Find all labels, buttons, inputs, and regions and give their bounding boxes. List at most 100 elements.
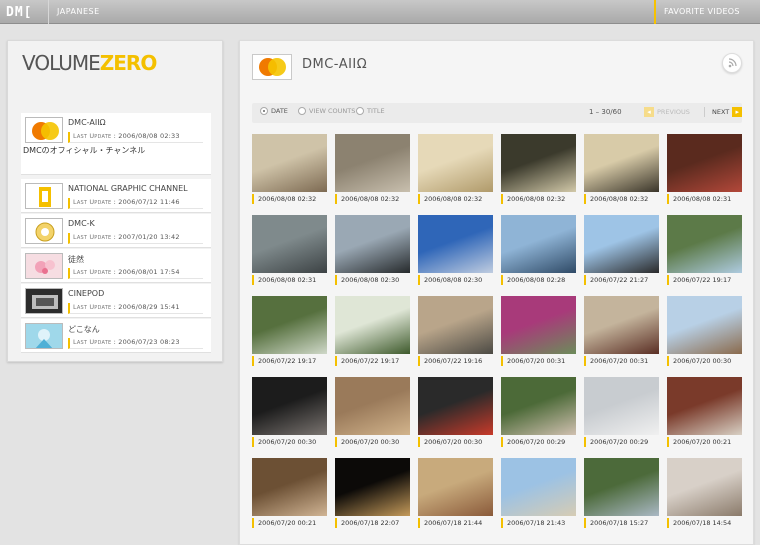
video-date: 2006/07/22 19:16 [418,356,493,366]
video-item[interactable]: 2006/07/18 21:44 [418,458,493,530]
video-thumbnail[interactable] [335,215,410,273]
video-thumbnail[interactable] [335,377,410,435]
video-thumbnail[interactable] [252,377,327,435]
channel-item-tsurezure[interactable]: 徒然 Last Update : 2006/08/01 17:54 [21,249,211,283]
video-thumbnail[interactable] [667,377,742,435]
last-update-value: 2006/07/23 08:23 [118,338,180,346]
video-item[interactable]: 2006/07/20 00:30 [667,296,742,368]
video-thumbnail[interactable] [501,377,576,435]
video-item[interactable]: 2006/07/22 19:17 [252,296,327,368]
video-item[interactable]: 2006/07/20 00:29 [584,377,659,449]
video-thumbnail[interactable] [584,377,659,435]
video-item[interactable]: 2006/07/20 00:31 [501,296,576,368]
channel-main-panel: DMC-AIIΩ DATE VIEW COUNTS TITLE 1 – 30/6… [239,40,754,545]
video-thumbnail[interactable] [501,296,576,354]
video-thumbnail[interactable] [335,458,410,516]
video-thumbnail[interactable] [418,215,493,273]
video-item[interactable]: 2006/08/08 02:32 [418,134,493,206]
video-date: 2006/07/20 00:31 [584,356,659,366]
video-thumbnail[interactable] [418,296,493,354]
rss-icon[interactable] [722,53,742,73]
video-item[interactable]: 2006/08/08 02:31 [252,215,327,287]
volume-zero-brand: VOLUMEZERO [22,51,157,75]
channel-last-update: Last Update : 2006/07/23 08:23 [68,338,203,349]
video-item[interactable]: 2006/07/18 22:07 [335,458,410,530]
favorite-videos-link[interactable]: FAVORITE VIDEOS [654,0,760,24]
channel-last-update: Last Update : 2006/08/01 17:54 [68,268,203,279]
sort-by-date[interactable]: DATE [260,107,288,115]
video-item[interactable]: 2006/08/08 02:31 [667,134,742,206]
video-item[interactable]: 2006/08/08 02:32 [335,134,410,206]
video-thumbnail[interactable] [584,458,659,516]
video-item[interactable]: 2006/07/18 14:54 [667,458,742,530]
channel-last-update: Last Update : 2006/08/08 02:33 [68,132,203,143]
video-date: 2006/08/08 02:32 [584,194,659,204]
video-date: 2006/07/18 21:44 [418,518,493,528]
language-link[interactable]: JAPANESE [48,0,100,24]
video-thumbnail[interactable] [335,296,410,354]
video-item[interactable]: 2006/08/08 02:32 [252,134,327,206]
video-item[interactable]: 2006/08/08 02:32 [501,134,576,206]
video-date: 2006/07/22 21:27 [584,275,659,285]
video-thumbnail[interactable] [501,215,576,273]
channel-name: どこなん [68,325,100,334]
video-item[interactable]: 2006/07/22 19:16 [418,296,493,368]
video-thumbnail[interactable] [667,215,742,273]
next-page-button[interactable]: NEXT ▸ [704,107,743,117]
channel-item-cinepod[interactable]: CINEPOD Last Update : 2006/08/29 15:41 [21,284,211,318]
sort-by-view-counts[interactable]: VIEW COUNTS [298,107,355,115]
video-thumbnail[interactable] [667,296,742,354]
video-item[interactable]: 2006/07/20 00:30 [252,377,327,449]
radio-icon [356,107,364,115]
video-item[interactable]: 2006/08/08 02:30 [418,215,493,287]
video-item[interactable]: 2006/07/22 19:17 [335,296,410,368]
video-thumbnail[interactable] [418,458,493,516]
video-thumbnail[interactable] [252,134,327,192]
channel-item-dmc-aiiω[interactable]: DMC-AIIΩ Last Update : 2006/08/08 02:33 … [21,113,211,175]
video-item[interactable]: 2006/08/08 02:28 [501,215,576,287]
video-date: 2006/08/08 02:32 [418,194,493,204]
sort-label: VIEW COUNTS [309,107,356,115]
video-thumbnail[interactable] [584,296,659,354]
arrow-right-icon: ▸ [732,107,743,117]
video-item[interactable]: 2006/08/08 02:32 [584,134,659,206]
previous-page-button[interactable]: ◂ PREVIOUS [644,107,690,117]
video-item[interactable]: 2006/07/22 21:27 [584,215,659,287]
video-thumbnail[interactable] [418,134,493,192]
video-item[interactable]: 2006/08/08 02:30 [335,215,410,287]
video-thumbnail[interactable] [501,458,576,516]
video-item[interactable]: 2006/07/20 00:21 [667,377,742,449]
video-item[interactable]: 2006/07/20 00:29 [501,377,576,449]
video-date: 2006/07/20 00:30 [418,437,493,447]
video-thumbnail[interactable] [584,134,659,192]
video-item[interactable]: 2006/07/18 21:43 [501,458,576,530]
video-item[interactable]: 2006/07/20 00:30 [335,377,410,449]
video-date: 2006/08/08 02:28 [501,275,576,285]
channel-item-dmc-k[interactable]: DMC-K Last Update : 2007/01/20 13:42 [21,214,211,248]
channel-name: DMC-K [68,219,95,228]
video-date: 2006/08/08 02:30 [418,275,493,285]
video-thumbnail[interactable] [418,377,493,435]
video-item[interactable]: 2006/07/20 00:21 [252,458,327,530]
dmc-logo[interactable]: DM[ [6,3,32,21]
video-item[interactable]: 2006/07/20 00:30 [418,377,493,449]
video-thumbnail[interactable] [584,215,659,273]
video-thumbnail[interactable] [667,134,742,192]
video-thumbnail[interactable] [252,296,327,354]
video-thumbnail[interactable] [335,134,410,192]
video-date: 2006/07/20 00:29 [501,437,576,447]
video-item[interactable]: 2006/07/20 00:31 [584,296,659,368]
video-date: 2006/07/22 19:17 [335,356,410,366]
video-item[interactable]: 2006/07/18 15:27 [584,458,659,530]
video-thumbnail[interactable] [252,458,327,516]
channel-item-national-graphic[interactable]: NATIONAL GRAPHIC CHANNEL Last Update : 2… [21,179,211,213]
channel-name: NATIONAL GRAPHIC CHANNEL [68,184,188,193]
next-label: NEXT [712,108,730,116]
video-item[interactable]: 2006/07/22 19:17 [667,215,742,287]
sort-by-title[interactable]: TITLE [356,107,385,115]
video-thumbnail[interactable] [667,458,742,516]
channel-item-dokonan[interactable]: どこなん Last Update : 2006/07/23 08:23 [21,319,211,353]
video-thumbnail[interactable] [252,215,327,273]
video-thumbnail[interactable] [501,134,576,192]
last-update-value: 2007/01/20 13:42 [118,233,180,241]
